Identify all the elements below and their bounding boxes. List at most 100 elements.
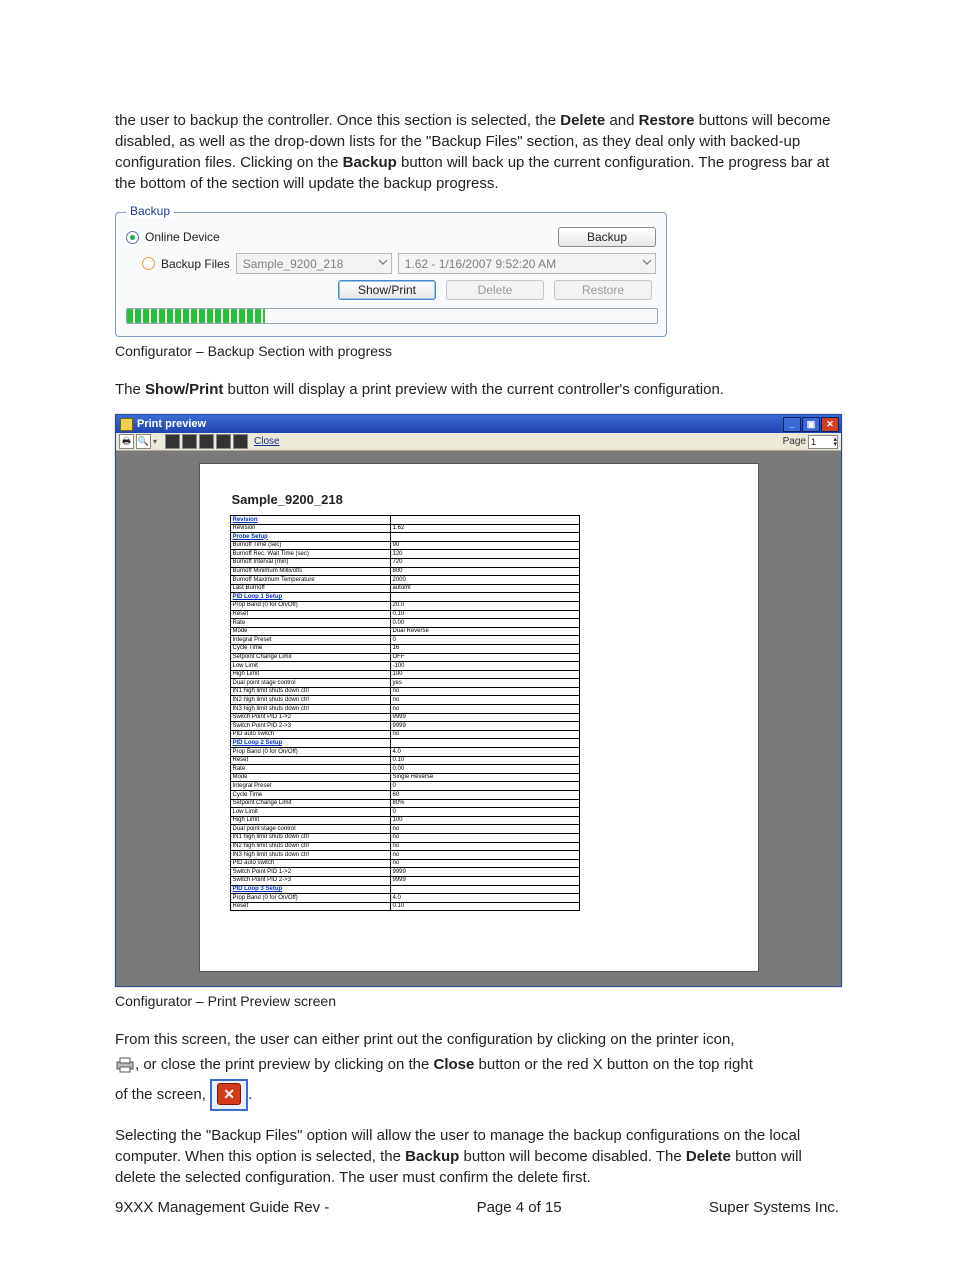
para-3: From this screen, the user can either pr…	[115, 1029, 839, 1050]
table-row: PID Loop 2 Setup	[230, 739, 579, 748]
backup-bold-2: Backup	[405, 1148, 459, 1165]
backup-legend: Backup	[126, 204, 174, 218]
table-row: Probe Setup	[230, 533, 579, 542]
table-row: Dual point stage controlno	[230, 825, 579, 834]
toolbar-close-button[interactable]: Close	[254, 436, 280, 447]
table-row: Cycle Time60	[230, 791, 579, 800]
maximize-icon[interactable]: ▣	[802, 417, 820, 432]
para2-a: The	[115, 381, 145, 398]
table-row: Prop Band (0 for On/Off)20.0	[230, 601, 579, 610]
table-row: PID auto switchno	[230, 859, 579, 868]
chevron-down-icon	[378, 257, 388, 267]
page-value: 1	[811, 437, 816, 447]
page-label: Page	[783, 436, 806, 447]
print-preview-toolbar: 🖶 🔍 ▾ Close Page 1▴▾	[116, 433, 841, 451]
table-row: IN2 high limit shuts down ctrlno	[230, 842, 579, 851]
delete-bold-2: Delete	[686, 1148, 731, 1165]
restore-bold: Restore	[639, 112, 695, 129]
backup-button[interactable]: Backup	[558, 227, 656, 247]
page-spinner[interactable]: 1▴▾	[808, 435, 838, 449]
zoom-icon[interactable]: 🔍	[136, 434, 151, 449]
table-row: Prop Band (0 for On/Off)4.0	[230, 894, 579, 903]
delete-bold: Delete	[560, 112, 605, 129]
table-row: Cycle Time16	[230, 644, 579, 653]
para3b-b: button or the red X button on the top ri…	[474, 1056, 753, 1073]
table-row: IN2 high limit shuts down ctrlno	[230, 696, 579, 705]
backup-files-radio[interactable]	[142, 257, 155, 270]
online-device-label: Online Device	[145, 230, 220, 244]
backup-file-date-value: 1.62 - 1/16/2007 9:52:20 AM	[405, 257, 556, 271]
para-2: The Show/Print button will display a pri…	[115, 379, 839, 400]
close-bold: Close	[433, 1056, 474, 1073]
table-row: Last Burnoffautomt	[230, 584, 579, 593]
six-page-icon[interactable]	[233, 434, 248, 449]
preview-doc-title: Sample_9200_218	[232, 492, 728, 507]
table-row: High Limit100	[230, 816, 579, 825]
backup-panel: Backup Online Device Backup Backup Files…	[115, 212, 667, 337]
table-row: Reset0.10	[230, 902, 579, 911]
four-page-icon[interactable]	[216, 434, 231, 449]
window-app-icon	[120, 418, 133, 431]
table-row: Switch Point PID 1->29999	[230, 868, 579, 877]
show-print-button[interactable]: Show/Print	[338, 280, 436, 300]
page-footer: 9XXX Management Guide Rev - Page 4 of 15…	[115, 1199, 839, 1216]
table-row: Revision	[230, 516, 579, 525]
backup-file-name-dropdown[interactable]: Sample_9200_218	[236, 253, 392, 274]
showprint-bold: Show/Print	[145, 381, 223, 398]
table-row: IN3 high limit shuts down ctrlno	[230, 851, 579, 860]
table-row: Setpoint Change LimitOFF	[230, 653, 579, 662]
table-row: Switch Point PID 2->39999	[230, 722, 579, 731]
table-row: Integral Preset0	[230, 636, 579, 645]
close-x-icon-inline: ✕	[210, 1079, 248, 1111]
table-row: Integral Preset0	[230, 782, 579, 791]
zoom-dropdown-arrow[interactable]: ▾	[153, 437, 157, 446]
backup-file-date-dropdown[interactable]: 1.62 - 1/16/2007 9:52:20 AM	[398, 253, 656, 274]
backup-progress-fill	[127, 309, 265, 323]
restore-button[interactable]: Restore	[554, 280, 652, 300]
table-row: IN1 high limit shuts down ctrlno	[230, 687, 579, 696]
table-row: Rate0.00	[230, 619, 579, 628]
caption-backup: Configurator – Backup Section with progr…	[115, 343, 839, 359]
table-row: High Limit100	[230, 670, 579, 679]
para2-b: button will display a print preview with…	[223, 381, 724, 398]
table-row: Burnoff Interval (min)720	[230, 558, 579, 567]
footer-right: Super Systems Inc.	[709, 1199, 839, 1216]
para1-b: and	[605, 112, 638, 129]
para3c-a: of the screen,	[115, 1086, 210, 1103]
para-3c: of the screen, ✕.	[115, 1079, 839, 1111]
table-row: Burnoff Minimum Millivolts800	[230, 567, 579, 576]
table-row: PID Loop 3 Setup	[230, 885, 579, 894]
minimize-icon[interactable]: _	[783, 417, 801, 432]
para4-b: button will become disabled. The	[459, 1148, 686, 1165]
para-4: Selecting the "Backup Files" option will…	[115, 1125, 839, 1188]
printer-icon[interactable]: 🖶	[119, 434, 134, 449]
table-row: Setpoint Change Limit80%	[230, 799, 579, 808]
table-row: PID auto switchno	[230, 730, 579, 739]
table-row: Burnoff Time (sec)90	[230, 541, 579, 550]
chevron-down-icon	[642, 257, 652, 267]
print-preview-paper: Sample_9200_218 RevisionRevision1.62Prob…	[199, 463, 759, 972]
delete-button[interactable]: Delete	[446, 280, 544, 300]
backup-progress-bar	[126, 308, 658, 324]
table-row: Rate0.00	[230, 765, 579, 774]
table-row: Reset0.10	[230, 610, 579, 619]
table-row: ModeSingle Reverse	[230, 773, 579, 782]
table-row: Switch Point PID 2->39999	[230, 876, 579, 885]
three-page-icon[interactable]	[199, 434, 214, 449]
footer-center: Page 4 of 15	[477, 1199, 562, 1216]
one-page-icon[interactable]	[165, 434, 180, 449]
backup-bold: Backup	[343, 154, 397, 171]
print-preview-canvas: Sample_9200_218 RevisionRevision1.62Prob…	[116, 451, 841, 986]
print-preview-window: Print preview _ ▣ ✕ 🖶 🔍 ▾ Close Page 1▴▾	[115, 414, 842, 987]
para1-a: the user to backup the controller. Once …	[115, 112, 560, 129]
table-row: IN3 high limit shuts down ctrlno	[230, 705, 579, 714]
table-row: Burnoff Rec. Wait Time (sec)120	[230, 550, 579, 559]
table-row: Switch Point PID 1->29999	[230, 713, 579, 722]
online-device-radio[interactable]	[126, 231, 139, 244]
table-row: Reset0.10	[230, 756, 579, 765]
print-preview-title: Print preview	[137, 418, 206, 430]
backup-files-label: Backup Files	[161, 257, 230, 271]
close-icon[interactable]: ✕	[821, 417, 839, 432]
print-preview-titlebar[interactable]: Print preview _ ▣ ✕	[116, 415, 841, 433]
two-page-icon[interactable]	[182, 434, 197, 449]
